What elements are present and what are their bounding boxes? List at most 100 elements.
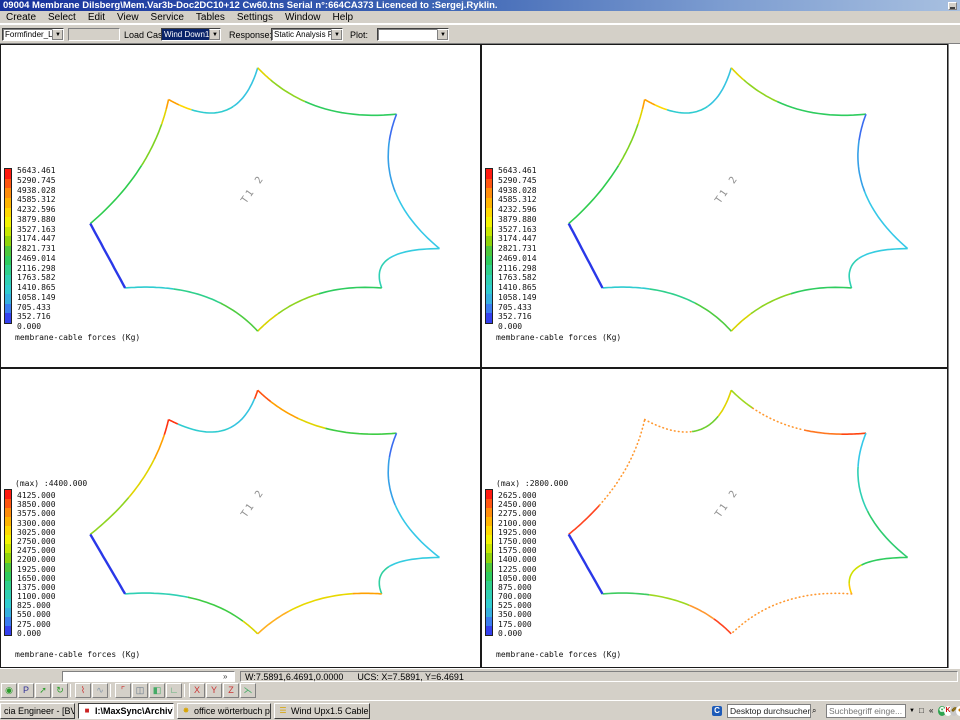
cable-edge [777,102,866,116]
legend-color-band [5,188,11,198]
legend-unit-label: membrane-cable forces (Kg) [496,650,621,659]
cable-edge [289,594,352,612]
cable-edge [90,497,129,534]
legend-value: 1650.000 [17,574,56,583]
view-axis-side-icon: ∟ [170,685,179,695]
edit-spline-button[interactable]: ∿ [92,683,108,698]
legend-value: 1410.865 [17,283,56,293]
view-plane-xy-button[interactable]: ◫ [132,683,148,698]
chevron-down-icon[interactable]: ▼ [331,29,342,40]
legend-value: 4232.596 [498,205,537,215]
legend-color-band [5,581,11,590]
menu-create[interactable]: Create [0,11,42,24]
view-iso-button[interactable]: ⋋ [240,683,256,698]
window-title: 09004 Membrane Dilsberg\Mem.Var3b-Doc2DC… [3,0,498,11]
desktop-search-input[interactable]: Desktop durchsucher [727,704,811,718]
legend-color-bar [4,489,12,636]
rotate-view-icon: ↻ [56,685,64,695]
view-axis-side-button[interactable]: ∟ [166,683,182,698]
view-iso-icon: ⋋ [244,685,253,695]
legend-value: 2116.298 [498,264,537,274]
command-input[interactable] [62,671,235,682]
zoom-arrow-button[interactable]: ➚ [35,683,51,698]
plot-combo[interactable]: ▼ [377,28,449,41]
chevron-down-icon[interactable]: ▼ [909,705,915,717]
input-arrows-icon[interactable]: » [223,672,227,681]
cable-edge [849,259,858,288]
tray-colorwheel-icon[interactable]: ● [956,706,960,716]
legend-value: 2475.000 [17,546,56,555]
legend-color-band [486,169,492,179]
viewport-top-left[interactable]: T1 25643.4615290.7454938.0284585.3124232… [0,44,481,368]
view-x-button[interactable]: X [189,683,205,698]
legend-value: 5290.745 [17,176,56,186]
legend-value: 175.000 [498,620,537,629]
edit-polyline-button[interactable]: ⌇ [75,683,91,698]
view-plane-xz-button[interactable]: ◧ [149,683,165,698]
legend-value: 3879.880 [498,215,537,225]
legend-value: 3174.447 [17,234,56,244]
viewport-bottom-left[interactable]: T1 2(max) :4400.0004125.0003850.0003575.… [0,368,481,668]
legend-value: 1575.000 [498,546,537,555]
cable-edge [271,80,305,102]
legend-value: 1925.000 [17,565,56,574]
search-term-input[interactable]: Suchbegriff einge... [826,704,906,718]
view-axis-front-button[interactable]: ⌜ [115,683,131,698]
taskbar-button-4[interactable]: ☰Wind Upx1.5 Cable Forc... [274,703,370,719]
tray-overflow-chevron[interactable]: « [929,705,933,717]
menu-help[interactable]: Help [327,11,360,24]
rotate-view-button[interactable]: ↻ [52,683,68,698]
legend-value: 1925.000 [498,528,537,537]
search-icon[interactable]: ⌕ [812,705,816,717]
menu-settings[interactable]: Settings [231,11,279,24]
selection-mode-combo[interactable]: Formfinder_Lines_ ▼ [2,28,64,41]
load-case-combo[interactable]: Wind Down1.5 ▼ [161,28,221,41]
legend-values: 4125.0003850.0003575.0003300.0003025.000… [17,491,56,638]
chevron-down-icon[interactable]: ▼ [209,29,220,40]
menu-window[interactable]: Window [279,11,327,24]
membrane-plot [482,369,949,669]
cable-edge [859,114,866,140]
viewport-top-right[interactable]: T1 25643.4615290.7454938.0284585.3124232… [481,44,948,368]
response-combo[interactable]: Static Analysis Re ▼ [271,28,343,41]
menu-bar: CreateSelectEditViewServiceTablesSetting… [0,11,960,24]
stop-square-icon[interactable]: □ [919,705,924,717]
shaded-sphere-button[interactable]: ◉ [1,683,17,698]
view-y-button[interactable]: Y [206,683,222,698]
legend-unit-label: membrane-cable forces (Kg) [496,333,621,342]
view-plane-xy-icon: ◫ [136,685,145,695]
legend-value: 3527.163 [498,225,537,235]
menu-select[interactable]: Select [42,11,82,24]
desktop-search-icon[interactable]: C [712,706,722,716]
legend-color-band [486,217,492,227]
view-plane-xz-icon: ◧ [153,685,162,695]
cable-edge [243,621,258,634]
taskbar-button-2[interactable]: ■I:\MaxSync\Archiv\A... [78,703,174,719]
legend-color-band [5,285,11,295]
legend-value: 4125.000 [17,491,56,500]
legend-color-band [486,236,492,246]
legend-value: 5643.461 [17,166,56,176]
application-window: 09004 Membrane Dilsberg\Mem.Var3b-Doc2DC… [0,0,960,720]
view-z-button[interactable]: Z [223,683,239,698]
legend-value: 705.433 [498,303,537,313]
point-labels-button[interactable]: P [18,683,34,698]
legend-color-band [5,227,11,237]
viewport-bottom-right[interactable]: T1 2(max) :2800.0002625.0002450.0002275.… [481,368,948,668]
cable-edge [179,105,191,110]
menu-view[interactable]: View [111,11,145,24]
menu-service[interactable]: Service [145,11,190,24]
cable-edge [649,595,689,605]
menu-tables[interactable]: Tables [190,11,231,24]
chevron-down-icon[interactable]: ▼ [52,29,63,40]
menu-edit[interactable]: Edit [82,11,111,24]
taskbar-button-3[interactable]: ✸office wörterbuch pro [177,703,271,719]
legend-value: 4585.312 [498,195,537,205]
taskbar-button-1[interactable]: cia Engineer - [BV Dilsb... [0,703,75,719]
legend-color-bar [4,168,12,324]
legend-value: 1058.149 [498,293,537,303]
chevron-down-icon[interactable]: ▼ [437,29,448,40]
window-minimize-button[interactable] [948,2,957,10]
cable-edge [804,430,842,434]
legend-color-band [5,617,11,626]
